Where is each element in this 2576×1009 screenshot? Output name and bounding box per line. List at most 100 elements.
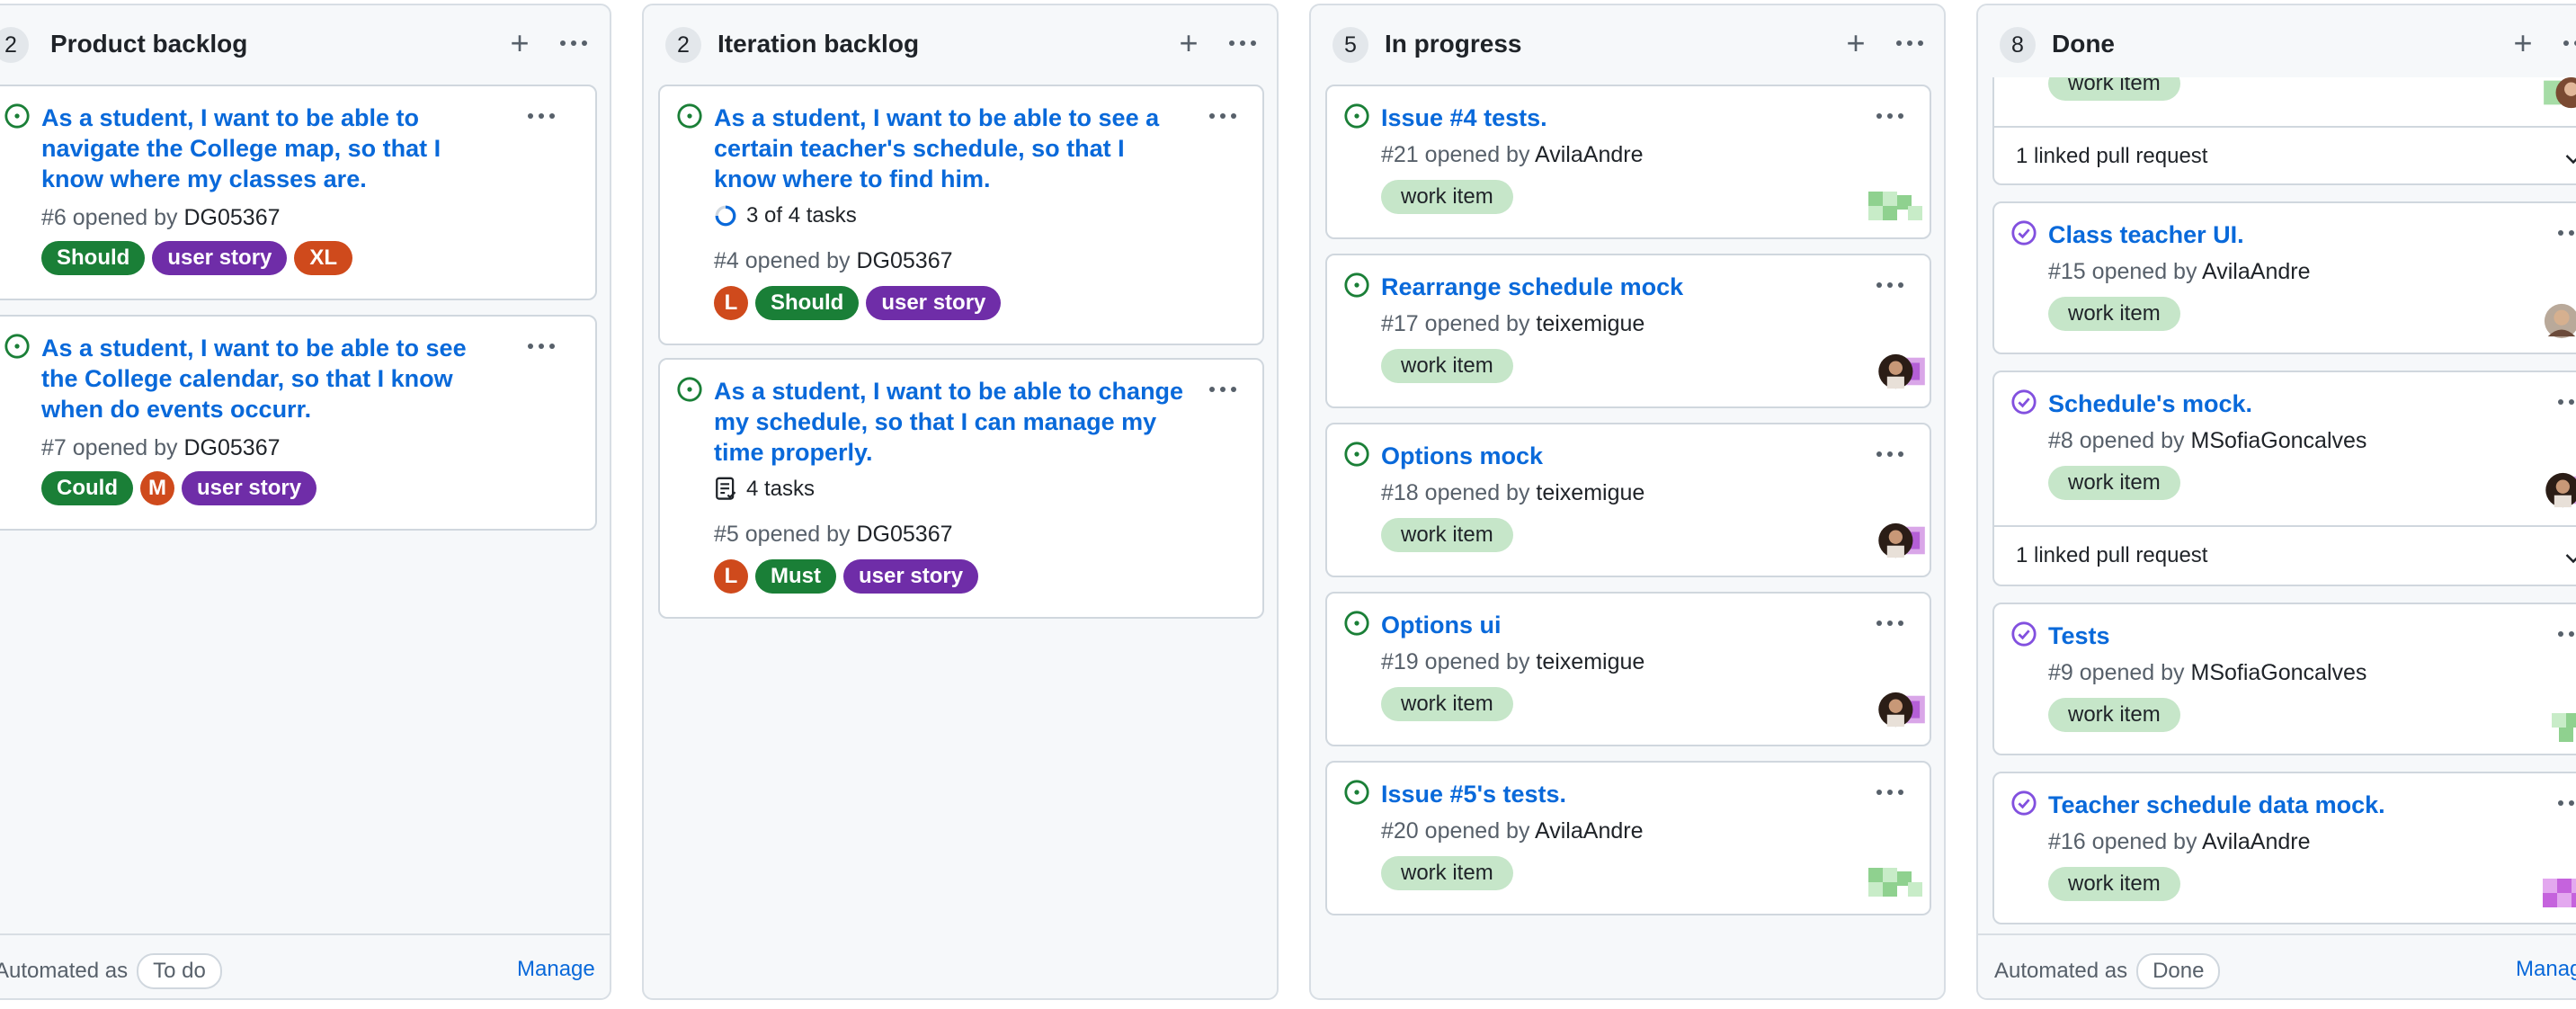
issue-card[interactable]: As a student, I want to be able to see t… bbox=[0, 315, 597, 531]
label-work-item[interactable]: work item bbox=[2048, 698, 2180, 732]
assignee-avatar[interactable] bbox=[2552, 705, 2576, 743]
label-size[interactable]: XL bbox=[294, 241, 353, 275]
label-priority[interactable]: Should bbox=[41, 241, 146, 275]
issue-card[interactable]: Rearrange schedule mock #17 opened by te… bbox=[1325, 254, 1931, 408]
label-work-item[interactable]: work item bbox=[1381, 349, 1513, 383]
label-size[interactable]: L bbox=[714, 286, 748, 320]
card-title-link[interactable]: As a student, I want to be able to chang… bbox=[714, 376, 1190, 468]
card-title-link[interactable]: Issue #4 tests. bbox=[1381, 103, 1849, 133]
card-menu-button[interactable] bbox=[2552, 388, 2576, 415]
assignee-avatar[interactable] bbox=[2543, 302, 2576, 340]
assignee-avatar[interactable] bbox=[2543, 874, 2576, 912]
column-menu-button[interactable] bbox=[2557, 23, 2576, 63]
author-link[interactable]: MSofiaGoncalves bbox=[2191, 660, 2367, 685]
label-type[interactable]: user story bbox=[181, 471, 317, 505]
card-menu-button[interactable] bbox=[1870, 441, 1910, 468]
card-menu-button[interactable] bbox=[2552, 219, 2576, 246]
automation-status: Automated as Done bbox=[1994, 953, 2221, 989]
author-link[interactable]: DG05367 bbox=[184, 435, 281, 460]
add-item-button[interactable]: + bbox=[1838, 23, 1874, 63]
card-menu-button[interactable] bbox=[2552, 621, 2576, 647]
label-type[interactable]: user story bbox=[866, 286, 1002, 320]
author-link[interactable]: teixemigue bbox=[1536, 311, 1645, 336]
card-title-link[interactable]: Options mock bbox=[1381, 441, 1849, 471]
column-menu-button[interactable] bbox=[554, 23, 593, 63]
issue-card[interactable]: As a student, I want to be able to see a… bbox=[658, 85, 1264, 345]
assignee-avatars[interactable] bbox=[1876, 691, 1930, 728]
label-work-item[interactable]: work item bbox=[1381, 180, 1513, 214]
author-link[interactable]: teixemigue bbox=[1536, 649, 1645, 674]
issue-card[interactable]: Schedule's mock. #8 opened by MSofiaGonc… bbox=[1992, 371, 2576, 586]
manage-link[interactable]: Manage bbox=[517, 957, 595, 982]
linked-pull-request-toggle[interactable]: 1 linked pull request bbox=[1994, 525, 2576, 585]
author-link[interactable]: teixemigue bbox=[1536, 480, 1645, 505]
linked-pull-request-toggle[interactable]: 1 linked pull request bbox=[1994, 126, 2576, 185]
author-link[interactable]: DG05367 bbox=[857, 248, 953, 273]
manage-link[interactable]: Manage bbox=[2516, 957, 2576, 982]
label-priority[interactable]: Must bbox=[755, 559, 836, 594]
assignee-avatars[interactable] bbox=[1876, 522, 1930, 559]
label-work-item[interactable]: work item bbox=[2048, 466, 2180, 500]
label-work-item[interactable]: work item bbox=[1381, 856, 1513, 890]
card-meta: #9 opened by MSofiaGoncalves bbox=[2048, 660, 2367, 686]
label-priority[interactable]: Should bbox=[755, 286, 860, 320]
label-work-item[interactable]: work item bbox=[2048, 867, 2180, 901]
card-menu-button[interactable] bbox=[521, 103, 561, 129]
card-title-link[interactable]: Teacher schedule data mock. bbox=[2048, 790, 2552, 820]
card-title-link[interactable]: Class teacher UI. bbox=[2048, 219, 2516, 250]
author-link[interactable]: DG05367 bbox=[184, 205, 281, 230]
author-link[interactable]: AvilaAndre bbox=[2202, 259, 2310, 284]
add-item-button[interactable]: + bbox=[2505, 23, 2541, 63]
assignee-avatars[interactable] bbox=[2543, 471, 2576, 509]
card-menu-button[interactable] bbox=[1870, 103, 1910, 129]
card-menu-button[interactable] bbox=[1870, 779, 1910, 806]
assignee-avatars[interactable] bbox=[2543, 74, 2576, 112]
card-title-link[interactable]: As a student, I want to be able to see a… bbox=[714, 103, 1190, 194]
issue-card[interactable]: Issue #5's tests. #20 opened by AvilaAnd… bbox=[1325, 761, 1931, 915]
author-link[interactable]: MSofiaGoncalves bbox=[2191, 428, 2367, 453]
automated-label: Automated as bbox=[0, 959, 129, 983]
column-menu-button[interactable] bbox=[1223, 23, 1262, 63]
card-title-link[interactable]: Issue #5's tests. bbox=[1381, 779, 1849, 809]
author-link[interactable]: AvilaAndre bbox=[1535, 818, 1643, 844]
card-title-link[interactable]: As a student, I want to be able to navig… bbox=[41, 103, 509, 194]
card-menu-button[interactable] bbox=[1870, 610, 1910, 637]
assignee-avatar[interactable] bbox=[1868, 187, 1922, 225]
author-link[interactable]: AvilaAndre bbox=[2202, 829, 2310, 854]
assignee-avatars[interactable] bbox=[1876, 353, 1930, 390]
card-menu-button[interactable] bbox=[2552, 790, 2576, 817]
issue-card[interactable]: As a student, I want to be able to chang… bbox=[658, 358, 1264, 619]
issue-card[interactable]: As a student, I want to be able to navig… bbox=[0, 85, 597, 300]
card-menu-button[interactable] bbox=[1203, 376, 1243, 403]
card-title-link[interactable]: Schedule's mock. bbox=[2048, 388, 2516, 419]
label-size[interactable]: M bbox=[139, 471, 174, 505]
automation-chip[interactable]: Done bbox=[2136, 953, 2221, 989]
column-menu-button[interactable] bbox=[1890, 23, 1930, 63]
card-menu-button[interactable] bbox=[1870, 272, 1910, 299]
card-title-link[interactable]: Rearrange schedule mock bbox=[1381, 272, 1849, 302]
label-type[interactable]: user story bbox=[152, 241, 288, 275]
label-priority[interactable]: Could bbox=[41, 471, 133, 505]
card-title-link[interactable]: Tests bbox=[2048, 621, 2516, 651]
label-type[interactable]: user story bbox=[843, 559, 979, 594]
issue-card[interactable]: Tests #9 opened by MSofiaGoncalves work … bbox=[1992, 603, 2576, 755]
issue-card[interactable]: Options mock #18 opened by teixemigue wo… bbox=[1325, 423, 1931, 577]
author-link[interactable]: AvilaAndre bbox=[1535, 142, 1643, 167]
card-title-link[interactable]: Options ui bbox=[1381, 610, 1849, 640]
card-menu-button[interactable] bbox=[521, 333, 561, 360]
label-work-item[interactable]: work item bbox=[2048, 297, 2180, 331]
label-work-item[interactable]: work item bbox=[1381, 687, 1513, 721]
add-item-button[interactable]: + bbox=[502, 23, 538, 63]
label-size[interactable]: L bbox=[714, 559, 748, 594]
add-item-button[interactable]: + bbox=[1171, 23, 1207, 63]
issue-card[interactable]: Class teacher UI. #15 opened by AvilaAnd… bbox=[1992, 201, 2576, 354]
issue-card[interactable]: Teacher schedule data mock. #16 opened b… bbox=[1992, 772, 2576, 924]
author-link[interactable]: DG05367 bbox=[857, 522, 953, 547]
automation-chip[interactable]: To do bbox=[137, 953, 222, 989]
label-work-item[interactable]: work item bbox=[1381, 518, 1513, 552]
assignee-avatar[interactable] bbox=[1868, 863, 1922, 901]
card-title-link[interactable]: As a student, I want to be able to see t… bbox=[41, 333, 509, 424]
card-menu-button[interactable] bbox=[1203, 103, 1243, 129]
issue-card[interactable]: Issue #4 tests. #21 opened by AvilaAndre… bbox=[1325, 85, 1931, 239]
issue-card[interactable]: Options ui #19 opened by teixemigue work… bbox=[1325, 592, 1931, 746]
